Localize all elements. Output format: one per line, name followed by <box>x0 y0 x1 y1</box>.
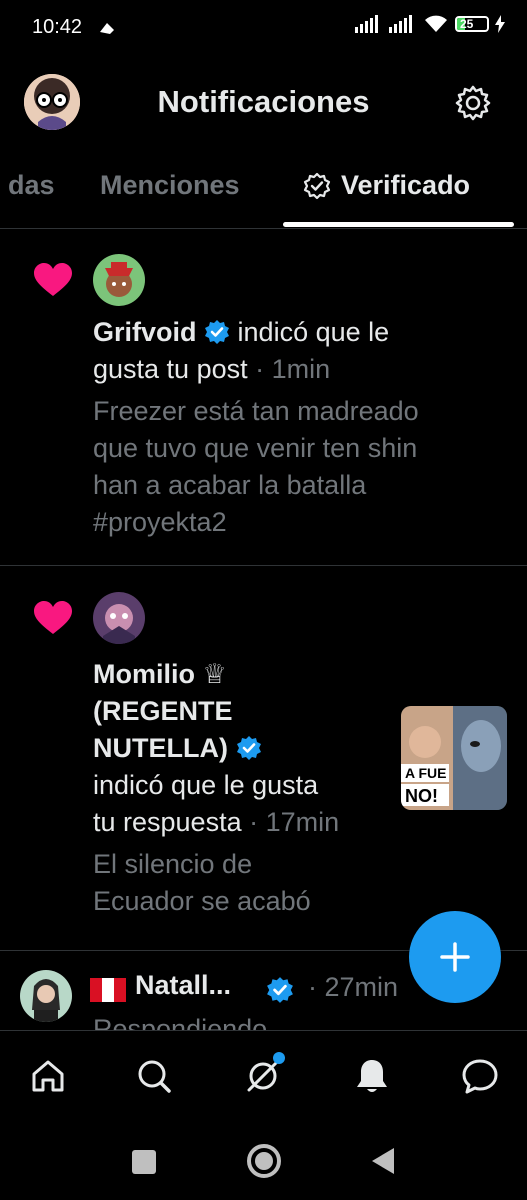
divider <box>0 228 527 229</box>
recent-apps-icon[interactable] <box>131 1149 157 1175</box>
signal-icon <box>355 15 378 33</box>
user-avatar[interactable] <box>93 254 145 306</box>
action-text-2: tu respuesta <box>93 807 242 837</box>
user-name[interactable]: Momilio ♕ <box>93 656 339 693</box>
user-name-3[interactable]: NUTELLA) <box>93 733 228 763</box>
post-snippet[interactable]: El silencio de Ecuador se acabó <box>93 846 311 920</box>
signal-icon-2 <box>389 15 412 33</box>
compose-button[interactable] <box>409 911 501 1003</box>
notification-icon <box>100 23 114 34</box>
snippet-line: #proyekta2 <box>93 507 227 537</box>
settings-gear-icon[interactable] <box>454 84 492 122</box>
search-icon[interactable] <box>134 1056 174 1096</box>
battery-icon: 25 <box>455 16 489 32</box>
new-indicator-dot <box>273 1052 285 1064</box>
timestamp: · 27min <box>308 972 399 1002</box>
status-time: 10:42 <box>32 16 83 38</box>
charging-icon <box>495 15 505 33</box>
tab-todas[interactable]: das <box>8 170 55 201</box>
thumb-text: A FUE <box>405 765 446 781</box>
divider <box>0 565 527 566</box>
action-text: indicó que le <box>237 317 390 347</box>
home-icon[interactable] <box>28 1056 68 1096</box>
timestamp: · 17min <box>249 807 340 837</box>
bell-icon[interactable] <box>352 1056 392 1096</box>
tab-active-indicator <box>283 222 514 227</box>
messages-icon[interactable] <box>460 1056 500 1096</box>
user-name[interactable]: Grifvoid <box>93 317 197 347</box>
user-avatar[interactable] <box>93 592 145 644</box>
heart-icon <box>34 601 72 634</box>
notification-text[interactable]: Grifvoid indicó que le gusta tu post · 1… <box>93 314 389 388</box>
verified-badge-icon <box>267 977 293 1003</box>
verified-badge-icon <box>236 736 261 760</box>
action-text-2: gusta tu post <box>93 354 248 384</box>
verified-badge-icon <box>205 320 230 344</box>
tab-menciones[interactable]: Menciones <box>100 170 240 201</box>
snippet-line: que tuvo que venir ten shin <box>93 433 418 463</box>
verified-outline-icon <box>303 172 331 199</box>
plus-icon <box>440 942 470 972</box>
notification-text[interactable]: Momilio ♕ (REGENTE NUTELLA) indicó que l… <box>93 656 339 841</box>
user-name[interactable]: Natall... <box>135 970 231 1001</box>
snippet-line: han a acabar la batalla <box>93 470 367 500</box>
peru-flag-icon <box>90 978 126 1007</box>
wifi-icon <box>425 15 447 32</box>
user-name-2[interactable]: (REGENTE <box>93 693 339 730</box>
reply-indicator: Respondiendo <box>93 1014 268 1030</box>
home-button-icon[interactable] <box>246 1143 282 1179</box>
page-title: Notificaciones <box>157 84 370 119</box>
snippet-line: Freezer está tan madreado <box>93 396 419 426</box>
snippet-line: Ecuador se acabó <box>93 886 311 916</box>
snippet-line: El silencio de <box>93 849 253 879</box>
back-icon[interactable] <box>370 1146 396 1176</box>
action-text: indicó que le gusta <box>93 770 319 800</box>
heart-icon <box>34 263 72 296</box>
post-thumbnail[interactable]: A FUE NO! <box>401 706 507 810</box>
status-icons: 25 <box>355 14 505 34</box>
thumb-text-2: NO! <box>405 786 438 806</box>
tab-verificado[interactable]: Verificado <box>303 170 470 201</box>
post-snippet[interactable]: Freezer está tan madreado que tuvo que v… <box>93 393 419 541</box>
timestamp: · 1min <box>255 354 331 384</box>
user-avatar[interactable] <box>20 970 72 1022</box>
tab-verificado-label: Verificado <box>341 170 471 200</box>
